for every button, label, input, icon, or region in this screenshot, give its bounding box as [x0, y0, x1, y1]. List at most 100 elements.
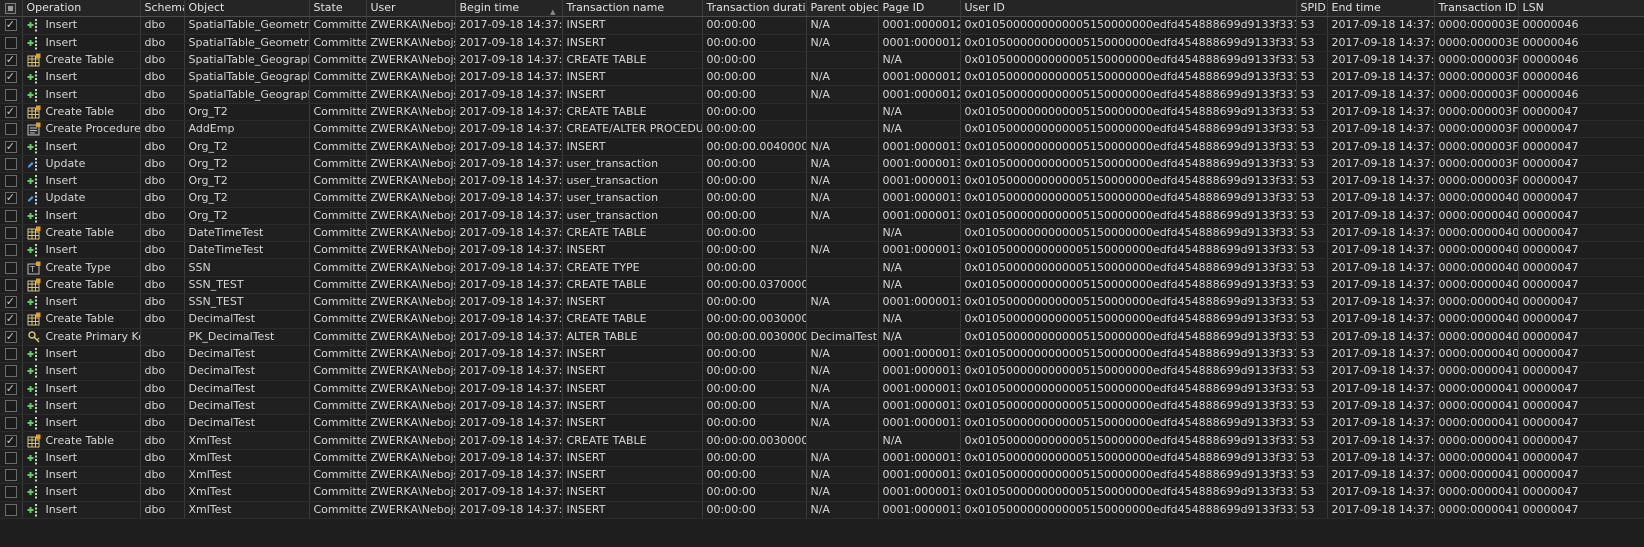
row-checkbox[interactable]	[4, 52, 17, 68]
column-header-transaction-duration[interactable]: Transaction duration	[702, 0, 807, 18]
insert-icon	[27, 399, 41, 413]
table-row[interactable]: Insert dboDecimalTestCommittedZWERKA\Nebo…	[0, 397, 1644, 416]
cell-state: Committed	[309, 362, 367, 381]
row-checkbox[interactable]	[4, 294, 17, 310]
cell-user: ZWERKA\Nebojsa	[366, 501, 456, 519]
table-row[interactable]: Insert dboSpatialTable_GeometryCommittedZ…	[0, 16, 1644, 35]
row-checkbox[interactable]	[4, 157, 17, 170]
row-checkbox[interactable]	[4, 311, 17, 327]
row-checkbox[interactable]	[4, 486, 17, 499]
row-checkbox[interactable]	[4, 69, 17, 85]
table-row[interactable]: Insert dboDateTimeTestCommittedZWERKA\Neb…	[0, 241, 1644, 260]
row-checkbox[interactable]	[4, 104, 17, 120]
table-row[interactable]: UpdatedboOrg_T2CommittedZWERKA\Nebojsa20…	[0, 155, 1644, 173]
cell-object: Org_T2	[184, 155, 310, 173]
cell-state: Committed	[309, 172, 367, 191]
row-checkbox[interactable]	[4, 88, 17, 101]
table-row[interactable]: Insert dboDecimalTestCommittedZWERKA\Nebo…	[0, 345, 1644, 364]
table-row[interactable]: Insert dboDecimalTestCommittedZWERKA\Nebo…	[0, 362, 1644, 381]
row-checkbox[interactable]	[4, 433, 17, 448]
table-row[interactable]: Create Table dboOrg_T2CommittedZWERKA\Neb…	[0, 103, 1644, 122]
row-checkbox[interactable]	[4, 36, 17, 49]
row-checkbox[interactable]	[4, 381, 17, 396]
table-row[interactable]: T Create Type dboSSNCommittedZWERKA\Nebojs…	[0, 258, 1644, 277]
column-header-state[interactable]: State	[309, 0, 367, 18]
row-checkbox[interactable]	[4, 244, 17, 257]
column-header-schema[interactable]: Schema	[140, 0, 185, 18]
cell-lsn: 00000046	[1518, 16, 1644, 35]
row-checkbox[interactable]	[4, 503, 17, 516]
table-row[interactable]: UpdatedboOrg_T2CommittedZWERKA\Nebojsa20…	[0, 189, 1644, 208]
cell-transaction-id: 0000:00000401	[1434, 224, 1519, 243]
cell-transaction-name: INSERT	[562, 466, 703, 485]
table-row[interactable]: InsertdboXmlTestCommittedZWERKA\Nebojsa2…	[0, 501, 1644, 519]
operation-label: Insert	[45, 208, 78, 222]
row-checkbox[interactable]	[4, 139, 17, 154]
column-header-begin-time[interactable]: Begin time ▲	[455, 0, 563, 18]
table-row[interactable]: Create ProceduredboAddEmpCommittedZWERKA…	[0, 120, 1644, 139]
cell-spid: 53	[1296, 276, 1328, 295]
row-checkbox[interactable]	[4, 417, 17, 430]
column-header-transaction-id[interactable]: Transaction ID	[1434, 0, 1519, 18]
table-row[interactable]: Create Table dboSpatialTable_GeographyCom…	[0, 51, 1644, 70]
table-row[interactable]: InsertdboXmlTestCommittedZWERKA\Nebojsa2…	[0, 483, 1644, 502]
cell-lsn: 00000047	[1518, 241, 1644, 260]
row-checkbox[interactable]	[4, 469, 17, 482]
row-checkbox[interactable]	[4, 123, 17, 136]
column-header-operation[interactable]: Operation	[22, 0, 141, 18]
cell-page-id: 0001:00000135	[878, 207, 961, 225]
row-checkbox[interactable]	[4, 209, 17, 222]
cell-end-time: 2017-09-18 14:37:58	[1327, 414, 1435, 433]
table-row[interactable]: InsertdboXmlTestCommittedZWERKA\Nebojsa2…	[0, 449, 1644, 468]
cell-user: ZWERKA\Nebojsa	[366, 328, 456, 346]
select-all-checkbox[interactable]	[5, 2, 17, 14]
cell-end-time: 2017-09-18 14:37:58	[1327, 189, 1435, 208]
row-checkbox[interactable]	[4, 348, 17, 361]
row-checkbox[interactable]	[4, 399, 17, 412]
column-header-transaction-name[interactable]: Transaction name	[562, 0, 703, 18]
row-checkbox[interactable]	[4, 365, 17, 378]
table-row[interactable]: InsertdboOrg_T2CommittedZWERKA\Nebojsa20…	[0, 137, 1644, 156]
column-header-spid[interactable]: SPID	[1296, 0, 1328, 18]
cell-select	[0, 155, 23, 173]
table-row[interactable]: InsertdboOrg_T2CommittedZWERKA\Nebojsa20…	[0, 207, 1644, 225]
column-header-label: Schema	[144, 1, 184, 15]
row-checkbox[interactable]	[4, 261, 17, 274]
row-checkbox[interactable]	[4, 451, 17, 464]
cell-transaction-name: INSERT	[562, 293, 703, 312]
table-row[interactable]: Insert dboSpatialTable_GeometryCommittedZ…	[0, 34, 1644, 52]
cell-transaction-duration: 00:00:00	[702, 449, 807, 468]
row-checkbox[interactable]	[4, 17, 17, 33]
column-header-lsn[interactable]: LSN	[1518, 0, 1644, 18]
cell-end-time: 2017-09-18 14:37:58	[1327, 449, 1435, 468]
table-row[interactable]: Insert dboSpatialTable_GeographyCommitted…	[0, 85, 1644, 104]
table-row[interactable]: Insert dboDecimalTestCommittedZWERKA\Nebo…	[0, 380, 1644, 398]
table-row[interactable]: Insert dboSpatialTable_GeographyCommitted…	[0, 68, 1644, 87]
row-checkbox[interactable]	[4, 329, 17, 344]
cell-lsn: 00000047	[1518, 155, 1644, 173]
table-row[interactable]: Create Table dboSSN_TESTCommittedZWERKA\N…	[0, 276, 1644, 295]
column-header-page-id[interactable]: Page ID	[878, 0, 961, 18]
row-checkbox[interactable]	[4, 227, 17, 239]
cell-transaction-duration: 00:00:00	[702, 34, 807, 52]
column-header-end-time[interactable]: End time	[1327, 0, 1435, 18]
table-row[interactable]: Create Table dboXmlTestCommittedZWERKA\Ne…	[0, 431, 1644, 450]
row-checkbox[interactable]	[4, 278, 17, 291]
row-checkbox[interactable]	[4, 175, 17, 188]
table-row[interactable]: InsertdboOrg_T2CommittedZWERKA\Nebojsa20…	[0, 172, 1644, 191]
column-header-user-id[interactable]: User ID	[960, 0, 1297, 18]
cell-spid: 53	[1296, 414, 1328, 433]
cell-schema: dbo	[140, 466, 185, 485]
column-header-object[interactable]: Object	[184, 0, 310, 18]
column-header-parent-object[interactable]: Parent object	[806, 0, 879, 18]
table-row[interactable]: InsertdboXmlTestCommittedZWERKA\Nebojsa2…	[0, 466, 1644, 485]
table-row[interactable]: Insert dboSSN_TESTCommittedZWERKA\Nebojsa…	[0, 293, 1644, 312]
table-row[interactable]: Create Table dboDecimalTestCommittedZWERK…	[0, 310, 1644, 329]
column-header-user[interactable]: User	[366, 0, 456, 18]
cell-begin-time: 2017-09-18 14:37:58	[455, 466, 563, 485]
row-checkbox[interactable]	[4, 190, 17, 206]
table-row[interactable]: Create Table dboDateTimeTestCommittedZWER…	[0, 224, 1644, 243]
column-header-select[interactable]	[0, 0, 23, 18]
table-row[interactable]: Create Primary Key PK_DecimalTestCommitte…	[0, 328, 1644, 346]
table-row[interactable]: Insert dboDecimalTestCommittedZWERKA\Nebo…	[0, 414, 1644, 433]
